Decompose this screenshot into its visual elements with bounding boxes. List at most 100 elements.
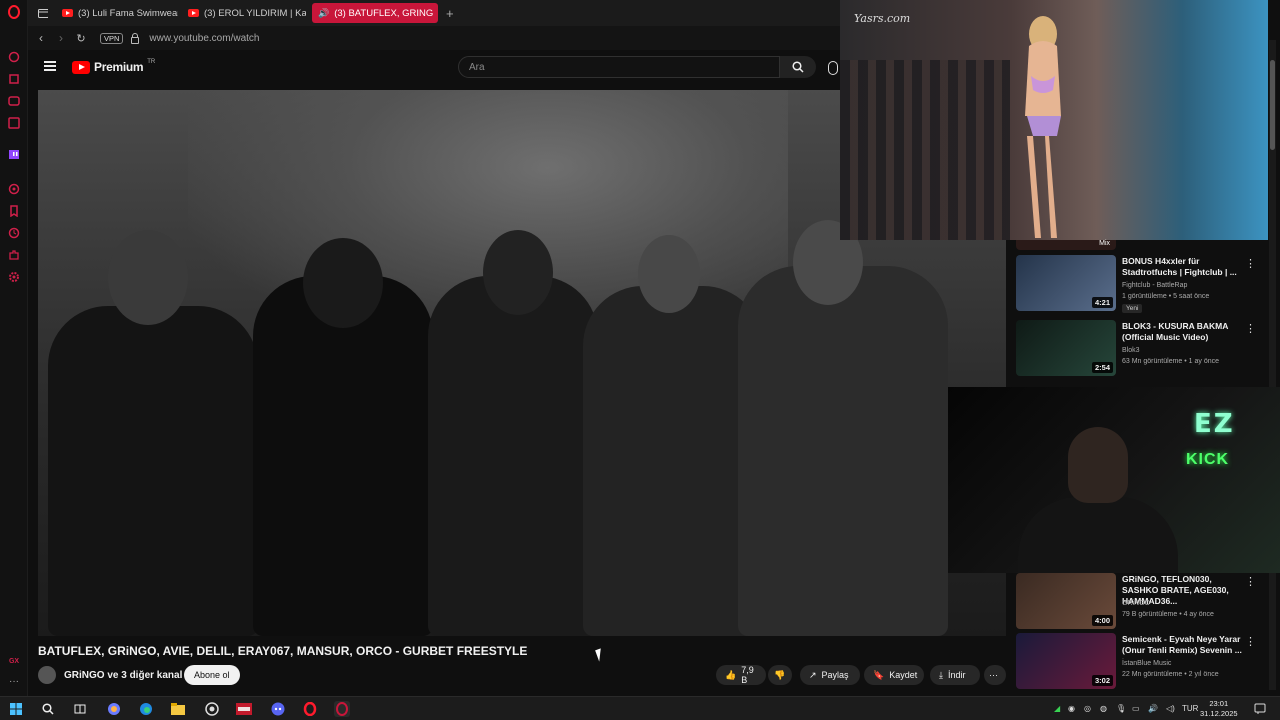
clock-time: 23:01 (1209, 699, 1229, 708)
streamer-body (1018, 497, 1178, 573)
rec-channel[interactable]: Fightclub - BattleRap (1122, 282, 1187, 289)
settings-gear-icon[interactable] (7, 270, 21, 284)
speaker-icon: 🔊 (318, 7, 330, 18)
download-label: İndir (947, 670, 966, 680)
like-button[interactable]: 👍 7,9 B (716, 665, 766, 685)
search-button[interactable] (780, 56, 816, 78)
dislike-button[interactable]: 👎 (768, 665, 792, 685)
save-button[interactable]: 🔖 Kaydet (864, 665, 924, 685)
logo-text: Premium (94, 60, 144, 74)
notification-icon[interactable] (1252, 701, 1268, 717)
kebab-menu-icon[interactable]: ⋮ (1245, 322, 1256, 335)
rec-channel[interactable]: İstanBlue Music (1122, 660, 1171, 667)
like-count: 7,9 B (741, 665, 754, 685)
discord-icon[interactable] (270, 701, 286, 717)
voicemod-icon[interactable] (236, 701, 252, 717)
edge-icon[interactable] (138, 701, 154, 717)
twitch-icon[interactable] (7, 148, 21, 162)
subscribe-button[interactable]: Abone ol (184, 665, 240, 685)
player-icon[interactable] (7, 182, 21, 196)
search-icon[interactable] (40, 701, 56, 717)
download-button[interactable]: ⤓ İndir (930, 665, 980, 685)
tray-steam-icon[interactable]: ◎ (1084, 704, 1091, 713)
menu-icon[interactable] (44, 61, 56, 71)
tab-luli-fama[interactable]: (3) Luli Fama Swimwear F (56, 3, 178, 23)
language-indicator[interactable]: TUR (1182, 704, 1198, 713)
video-person-head (303, 238, 383, 328)
runway-model-figure (1025, 16, 1061, 238)
mix-thumbnail-strip[interactable]: Mix (1016, 240, 1116, 250)
kebab-menu-icon[interactable]: ⋮ (1245, 257, 1256, 270)
task-view-icon[interactable] (72, 701, 88, 717)
new-tab-button[interactable]: + (440, 3, 458, 23)
recommendation-item[interactable]: 3:02 Semicenk - Eyvah Neye Yarar (Onur T… (1016, 633, 1266, 693)
tray-nvidia-icon[interactable]: ◢ (1054, 704, 1060, 713)
tab-erol-yildirim[interactable]: (3) EROL YILDIRIM | Kans (182, 3, 306, 23)
video-person (583, 286, 763, 636)
bookmark-icon: 🔖 (873, 669, 885, 680)
opera-gx-icon[interactable] (334, 701, 350, 717)
webcam-overlay: EZ KICK (948, 387, 1280, 573)
url-field[interactable]: www.youtube.com/watch (149, 33, 259, 44)
kebab-menu-icon[interactable]: ⋮ (1245, 575, 1256, 588)
bookmarks-icon[interactable] (7, 204, 21, 218)
tray-mic-icon[interactable]: 🎙 (1116, 704, 1126, 713)
windows-taskbar: ◢ ◉ ◎ ◍ 🎙 ▭ 🔊 ◁) TUR 23:01 31.12.2025 (0, 696, 1280, 720)
vpn-badge[interactable]: VPN (100, 32, 124, 44)
messenger-icon[interactable] (7, 94, 21, 108)
tray-discord-icon[interactable]: ◉ (1068, 704, 1075, 713)
channel-avatar[interactable] (38, 666, 56, 684)
tab-batuflex[interactable]: 🔊 (3) BATUFLEX, GRING (312, 3, 438, 23)
share-icon: ↗ (809, 669, 817, 680)
rec-channel[interactable]: GRiNGO (1122, 600, 1150, 607)
scrollbar-thumb[interactable] (1270, 60, 1275, 150)
mic-icon[interactable] (828, 61, 838, 75)
video-thumbnail[interactable]: 3:02 (1016, 633, 1116, 689)
more-actions-button[interactable]: ··· (984, 665, 1006, 685)
history-icon[interactable] (7, 226, 21, 240)
extensions-icon[interactable] (7, 248, 21, 262)
aria-icon[interactable] (7, 50, 21, 64)
chrome-icon[interactable] (204, 701, 220, 717)
channel-name[interactable]: GRiNGO ve 3 diğer kanal (64, 670, 182, 681)
taskbar-clock[interactable]: 23:01 31.12.2025 (1200, 699, 1238, 719)
page-scrollbar[interactable] (1269, 40, 1276, 690)
youtube-logo[interactable]: Premium TR (72, 59, 155, 74)
more-dots-icon[interactable]: ··· (7, 674, 21, 688)
gx-icon[interactable]: GX (7, 654, 21, 668)
youtube-play-icon (72, 60, 90, 74)
rec-channel[interactable]: Blok3 (1122, 347, 1140, 354)
copilot-icon[interactable] (106, 701, 122, 717)
workspace-icon[interactable] (7, 72, 21, 86)
opera-icon[interactable] (302, 701, 318, 717)
video-thumbnail[interactable]: 4:21 (1016, 255, 1116, 311)
rec-title[interactable]: BLOK3 - KUSURA BAKMA (Official Music Vid… (1122, 321, 1246, 343)
video-person-head (483, 230, 553, 315)
windows-start-icon[interactable] (8, 701, 24, 717)
tray-app-icon[interactable]: ◍ (1100, 704, 1107, 713)
video-thumbnail[interactable]: 4:00 (1016, 573, 1116, 629)
desktop: GX ··· (3) Luli Fama Swimwear F (3) EROL… (0, 0, 1280, 720)
recommendation-item[interactable]: 4:21 BONUS H4xxler für Stadtrotfuchs | F… (1016, 255, 1266, 315)
reload-icon[interactable]: ↻ (74, 32, 88, 45)
forward-icon[interactable]: › (54, 31, 68, 45)
file-explorer-icon[interactable] (170, 701, 186, 717)
recommendation-item[interactable]: 2:54 BLOK3 - KUSURA BAKMA (Official Musi… (1016, 320, 1266, 380)
tray-network-icon[interactable]: ▭ (1132, 704, 1140, 713)
tray-volume-icon[interactable]: 🔊 (1148, 704, 1158, 713)
ez-neon-sign: EZ (1194, 409, 1235, 439)
tab-overview-icon[interactable] (32, 3, 54, 23)
search-input[interactable]: Ara (458, 56, 780, 78)
back-icon[interactable]: ‹ (34, 31, 48, 45)
share-button[interactable]: ↗ Paylaş (800, 665, 860, 685)
mail-icon[interactable] (7, 116, 21, 130)
kebab-menu-icon[interactable]: ⋮ (1245, 635, 1256, 648)
rec-title[interactable]: Semicenk - Eyvah Neye Yarar (Onur Tenli … (1122, 634, 1246, 656)
video-person-head (108, 230, 188, 325)
recommendation-item[interactable]: 4:00 GRiNGO, TEFLON030, SASHKO BRATE, AG… (1016, 573, 1266, 633)
tray-volume-icon-2[interactable]: ◁) (1166, 704, 1175, 713)
lock-icon[interactable] (131, 32, 140, 44)
video-thumbnail[interactable]: 2:54 (1016, 320, 1116, 376)
rec-title[interactable]: BONUS H4xxler für Stadtrotfuchs | Fightc… (1122, 256, 1246, 278)
opera-logo-icon[interactable] (7, 5, 21, 19)
